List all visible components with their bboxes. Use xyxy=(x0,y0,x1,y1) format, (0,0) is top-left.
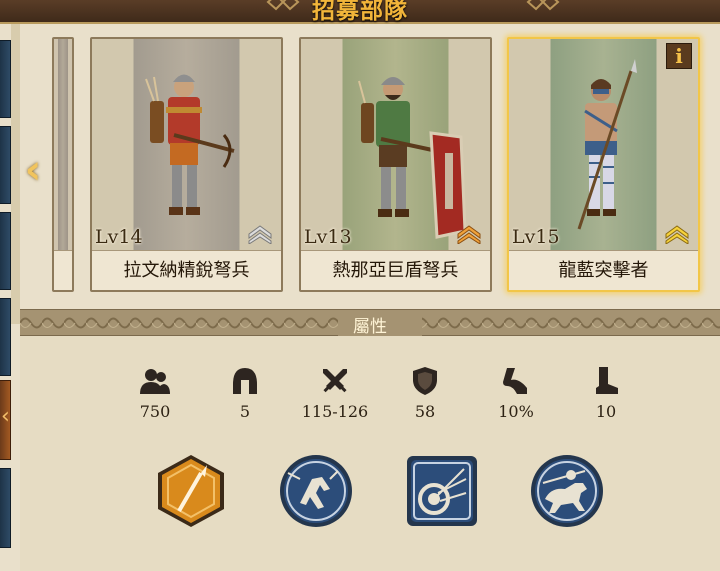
side-tab[interactable] xyxy=(0,126,11,204)
stat-value: 10 xyxy=(595,402,617,421)
stat-value: 750 xyxy=(139,402,171,421)
unit-level: Lv15 xyxy=(512,226,560,248)
stat-value: 115-126 xyxy=(301,402,369,421)
side-tab[interactable] xyxy=(0,468,11,548)
blue-raider-portrait-icon xyxy=(577,59,637,230)
unit-card[interactable]: Lv13 熱那亞巨盾弩兵 xyxy=(299,37,492,292)
header-bar: 招募部隊 xyxy=(0,0,720,24)
unit-name: 熱那亞巨盾弩兵 xyxy=(301,250,490,290)
chevron-left-icon: ‹ xyxy=(1,404,10,429)
rank-chevron-icon xyxy=(665,225,689,244)
stat-charge: 10% xyxy=(481,366,551,421)
knot-ornament-icon xyxy=(526,0,560,11)
crossbowman-portrait-icon xyxy=(145,74,235,215)
unit-name: 龍藍突擊者 xyxy=(509,250,698,290)
charge-skill-icon xyxy=(280,455,352,527)
skill-cavalry[interactable] xyxy=(529,453,605,529)
spear-skill-icon xyxy=(158,455,224,527)
stat-speed: 10 xyxy=(571,366,641,421)
cavalry-skill-icon xyxy=(531,455,603,527)
skill-volley[interactable] xyxy=(404,453,480,529)
skill-spear[interactable] xyxy=(153,453,229,529)
stat-value: 58 xyxy=(414,402,436,421)
side-tab[interactable] xyxy=(0,212,11,290)
unit-level: Lv13 xyxy=(304,226,352,248)
carousel-prev-button[interactable]: ‹ xyxy=(18,148,48,192)
charge-icon xyxy=(503,368,527,394)
helmet-icon xyxy=(233,368,257,394)
shield-icon xyxy=(413,367,437,395)
rank-chevron-icon xyxy=(248,225,272,244)
info-button[interactable]: i xyxy=(666,43,692,69)
page-title: 招募部隊 xyxy=(312,0,408,24)
skill-charge[interactable] xyxy=(278,453,354,529)
unit-card-selected[interactable]: i Lv15 龍藍突擊者 xyxy=(507,37,700,292)
boot-icon xyxy=(596,367,618,394)
stat-troops: 750 xyxy=(120,366,190,421)
side-tab[interactable] xyxy=(0,298,11,376)
stat-value: 5 xyxy=(239,402,251,421)
unit-card-partial[interactable] xyxy=(52,37,74,292)
side-tab[interactable] xyxy=(0,40,11,118)
unit-level: Lv14 xyxy=(95,226,143,248)
attributes-label: 屬性 xyxy=(353,317,387,337)
stat-defense: 58 xyxy=(390,366,460,421)
stat-attack: 115-126 xyxy=(300,366,370,421)
unit-card[interactable]: Lv14 拉文納精銳弩兵 xyxy=(90,37,283,292)
pavise-crossbowman-portrait-icon xyxy=(358,77,467,239)
unit-name: 拉文納精銳弩兵 xyxy=(92,250,281,290)
crossed-swords-icon xyxy=(323,369,347,393)
volley-skill-icon xyxy=(407,456,477,526)
troops-icon xyxy=(140,369,170,394)
stat-value: 10% xyxy=(498,402,534,421)
attributes-header: 屬性 xyxy=(20,309,720,337)
rank-chevron-icon xyxy=(457,225,481,244)
stat-level: 5 xyxy=(210,366,280,421)
